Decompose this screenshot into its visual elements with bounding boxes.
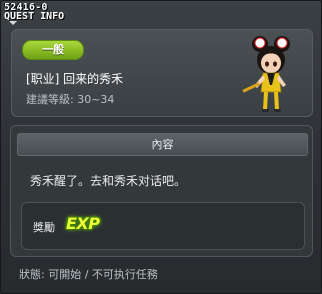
quest-status: 狀態: 可開始 / 不可执行任務 xyxy=(19,268,158,281)
npc-portrait-icon xyxy=(242,36,290,112)
exp-reward-icon: EXP xyxy=(66,214,100,233)
quest-info-window: 52416-0 QUEST INFO 一般 [职业] 回来的秀禾 建議等級: 3… xyxy=(0,0,322,294)
chevron-down-icon xyxy=(9,21,17,25)
quest-summary-panel: 一般 [职业] 回来的秀禾 建議等級: 30~34 xyxy=(11,29,313,117)
quest-level-range: 建議等級: 30~34 xyxy=(26,93,115,106)
quest-description: 秀禾醒了。去和秀禾对话吧。 xyxy=(30,174,187,188)
reward-box: 獎勵 EXP xyxy=(21,202,305,250)
quest-title: [职业] 回来的秀禾 xyxy=(26,72,124,86)
quest-content-panel: 內容 秀禾醒了。去和秀禾对话吧。 獎勵 EXP xyxy=(10,125,313,257)
content-header: 內容 xyxy=(17,133,308,156)
reward-label: 獎勵 xyxy=(33,221,55,234)
quest-category-badge: 一般 xyxy=(22,40,84,60)
